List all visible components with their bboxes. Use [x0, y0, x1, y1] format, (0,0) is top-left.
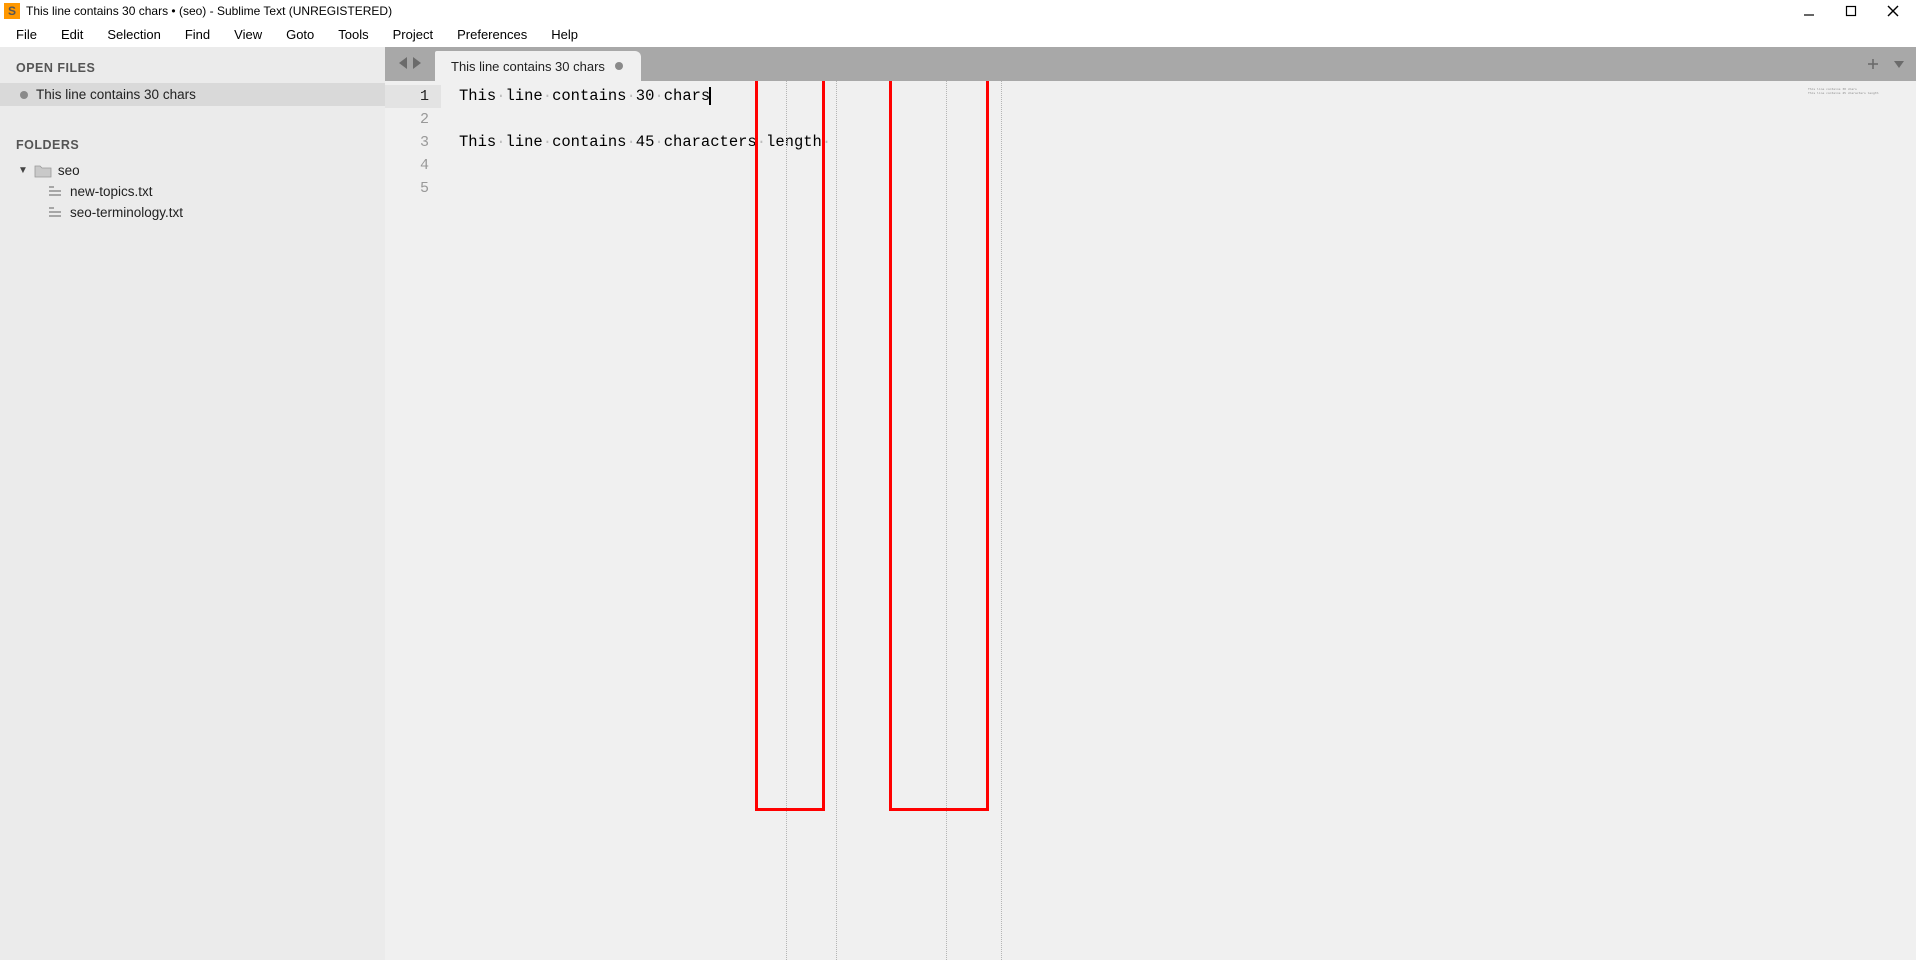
titlebar: S This line contains 30 chars • (seo) - …	[0, 0, 1916, 22]
line-number: 4	[385, 154, 441, 177]
code-line	[441, 177, 1916, 200]
file-label: seo-terminology.txt	[70, 205, 183, 220]
close-button[interactable]	[1886, 4, 1900, 18]
code-line	[441, 108, 1916, 131]
menu-goto[interactable]: Goto	[274, 24, 326, 45]
tab-overflow-icon[interactable]	[1892, 59, 1906, 69]
sidebar: OPEN FILES This line contains 30 chars F…	[0, 47, 385, 960]
code-content[interactable]: This·line·contains·30·chars This·line·co…	[441, 81, 1916, 960]
file-item[interactable]: seo-terminology.txt	[0, 202, 385, 223]
menu-help[interactable]: Help	[539, 24, 590, 45]
folder-icon	[34, 164, 52, 178]
folder-root[interactable]: ▼ seo	[0, 160, 385, 181]
menu-file[interactable]: File	[4, 24, 49, 45]
open-files-header: OPEN FILES	[0, 57, 385, 83]
minimap[interactable]: This line contains 30 chars This line co…	[1808, 87, 1898, 95]
tab-history-forward-icon[interactable]	[411, 56, 423, 73]
code-line: This·line·contains·45·characters·length·	[441, 131, 1916, 154]
folder-label: seo	[58, 163, 80, 178]
ruler-3	[946, 81, 947, 960]
editor-pane: This line contains 30 chars 1 2 3 4 5	[385, 47, 1916, 960]
menu-view[interactable]: View	[222, 24, 274, 45]
line-number: 5	[385, 177, 441, 200]
ruler-2	[836, 81, 837, 960]
open-file-item[interactable]: This line contains 30 chars	[0, 83, 385, 106]
ruler-4	[1001, 81, 1002, 960]
ruler-1	[786, 81, 787, 960]
file-label: new-topics.txt	[70, 184, 153, 199]
chevron-down-icon: ▼	[18, 165, 28, 176]
file-item[interactable]: new-topics.txt	[0, 181, 385, 202]
tabstrip: This line contains 30 chars	[385, 47, 1916, 81]
caret	[709, 87, 711, 105]
folders-header: FOLDERS	[0, 134, 385, 160]
menu-project[interactable]: Project	[381, 24, 445, 45]
menu-preferences[interactable]: Preferences	[445, 24, 539, 45]
tab-label: This line contains 30 chars	[451, 59, 605, 74]
dirty-indicator-icon	[20, 91, 28, 99]
menu-find[interactable]: Find	[173, 24, 222, 45]
code-line: This·line·contains·30·chars	[441, 85, 1916, 108]
line-number: 2	[385, 108, 441, 131]
new-tab-button[interactable]	[1866, 57, 1880, 71]
text-file-icon	[48, 185, 64, 199]
window-title: This line contains 30 chars • (seo) - Su…	[26, 4, 392, 18]
dirty-indicator-icon	[615, 62, 623, 70]
menu-tools[interactable]: Tools	[326, 24, 380, 45]
menubar: File Edit Selection Find View Goto Tools…	[0, 22, 1916, 47]
tab-history-back-icon[interactable]	[397, 56, 409, 73]
text-file-icon	[48, 206, 64, 220]
maximize-button[interactable]	[1844, 4, 1858, 18]
line-number: 3	[385, 131, 441, 154]
menu-selection[interactable]: Selection	[95, 24, 172, 45]
code-line	[441, 154, 1916, 177]
editor-area[interactable]: 1 2 3 4 5 This·line·contains·30·chars Th…	[385, 81, 1916, 960]
app-icon: S	[4, 3, 20, 19]
line-number: 1	[385, 85, 441, 108]
tab-active[interactable]: This line contains 30 chars	[435, 51, 641, 81]
menu-edit[interactable]: Edit	[49, 24, 95, 45]
open-file-label: This line contains 30 chars	[36, 87, 196, 102]
line-gutter: 1 2 3 4 5	[385, 81, 441, 960]
minimize-button[interactable]	[1802, 4, 1816, 18]
